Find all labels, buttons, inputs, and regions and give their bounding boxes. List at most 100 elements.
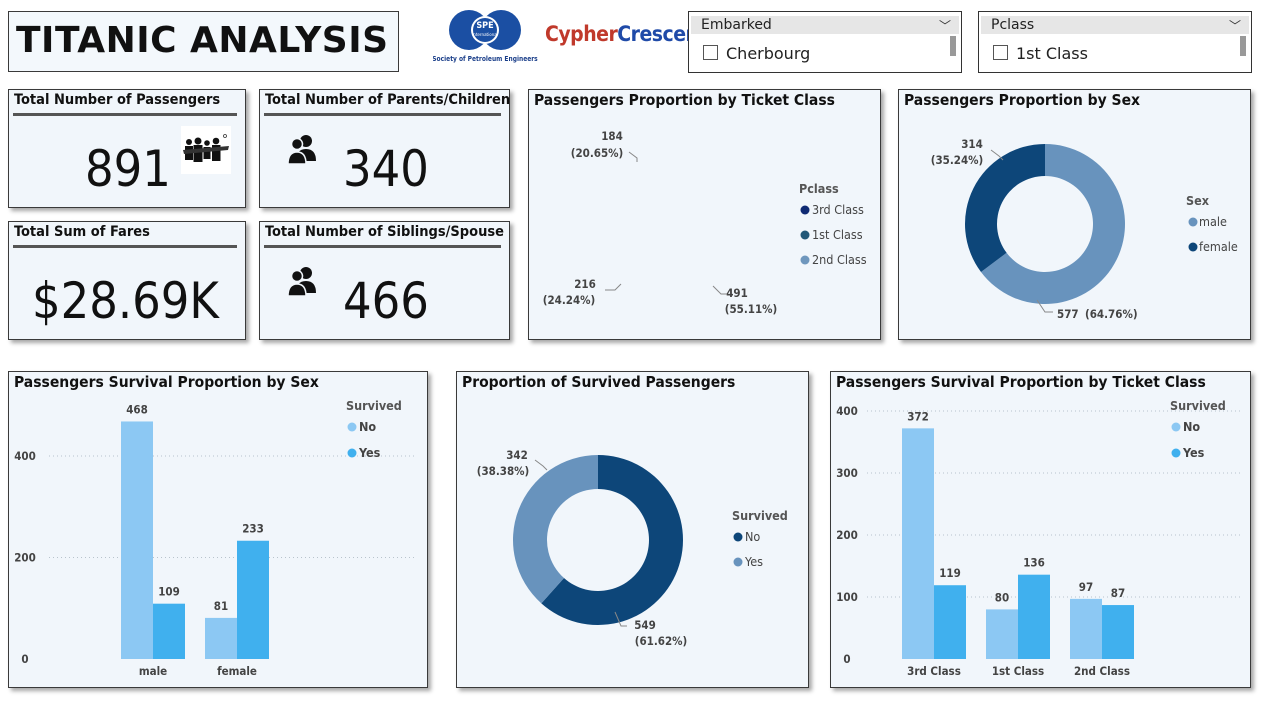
legend-item-no[interactable]: No	[733, 529, 761, 544]
legend-label: No	[359, 419, 376, 434]
data-label-3rd-class: 491 (55.11%)	[712, 285, 778, 316]
legend-item-yes[interactable]: Yes	[1171, 445, 1205, 460]
y-tick-label: 100	[836, 590, 858, 604]
bar-value-label: 80	[995, 590, 1009, 604]
spe-logo-text: SPE	[476, 21, 493, 31]
divider	[13, 245, 237, 248]
embarked-option-label: Cherbourg	[726, 44, 811, 63]
bar-value-label: 136	[1023, 556, 1045, 570]
embarked-slicer-label: Embarked	[701, 17, 772, 33]
data-label-pct: (24.24%)	[543, 293, 596, 307]
legend-label: male	[1199, 214, 1227, 229]
pclass-slicer-header[interactable]: Pclass ﹀	[981, 16, 1249, 34]
data-label-pct: (64.76%)	[1085, 307, 1138, 321]
card-title: Total Number of Parents/Children	[265, 92, 511, 108]
y-tick-label: 0	[843, 652, 850, 666]
people-group-icon	[181, 126, 231, 174]
pclass-option[interactable]: 1st Class	[993, 44, 1088, 63]
card-siblings-spouse: Total Number of Siblings/Spouse 466	[259, 221, 510, 340]
data-label-female: 314 (35.24%)	[931, 137, 1004, 167]
legend-item-yes[interactable]: Yes	[733, 554, 764, 569]
scrollbar[interactable]	[1240, 36, 1246, 56]
legend: Sex male female	[1186, 193, 1238, 254]
checkbox[interactable]	[993, 45, 1008, 60]
x-category-label: female	[217, 664, 257, 678]
cc-logo-part1: Cypher	[545, 22, 618, 46]
kpi-value: 891	[85, 140, 171, 198]
data-label-value: 549	[634, 618, 656, 632]
legend-item-3rd-class[interactable]: 3rd Class	[800, 202, 864, 217]
cyphercrescent-logo: CypherCrescent	[545, 22, 708, 46]
scrollbar[interactable]	[950, 36, 956, 56]
data-label-value: 342	[506, 448, 528, 462]
bar-1st-class-no[interactable]	[986, 609, 1018, 659]
legend-title: Survived	[346, 398, 402, 413]
card-title: Total Number of Siblings/Spouse	[265, 224, 505, 240]
legend-label: Yes	[358, 445, 381, 460]
legend-label: 3rd Class	[812, 202, 864, 217]
bar-female-yes[interactable]	[237, 540, 269, 659]
data-label-2nd-class: 184 (20.65%)	[571, 129, 638, 162]
embarked-slicer[interactable]: Embarked ﹀ Cherbourg	[688, 11, 962, 73]
bar-value-label: 119	[939, 566, 961, 580]
chart-survival-by-class: Passengers Survival Proportion by Ticket…	[830, 371, 1251, 688]
legend-item-no[interactable]: No	[347, 419, 377, 434]
survival-sex-bars: 0 200 400 468 109 male 81 233 female Survived N…	[14, 398, 414, 678]
legend-item-yes[interactable]: Yes	[347, 445, 381, 460]
bar-2nd-class-no[interactable]	[1070, 598, 1102, 659]
embarked-option[interactable]: Cherbourg	[703, 44, 810, 63]
legend: Pclass 3rd Class 1st Class 2nd Class	[799, 181, 867, 267]
bar-male-no[interactable]	[121, 421, 153, 659]
spe-logo: SPE International Society of Petroleum E…	[433, 10, 538, 63]
legend-label: Yes	[744, 554, 763, 569]
legend-title: Pclass	[799, 181, 839, 196]
data-label-value: 184	[601, 129, 623, 143]
embarked-slicer-header[interactable]: Embarked ﹀	[691, 16, 959, 34]
survived-donut: 342 (38.38%) 549 (61.62%) Survived No Ye…	[477, 448, 788, 648]
divider	[264, 113, 501, 116]
legend-item-1st-class[interactable]: 1st Class	[800, 227, 863, 242]
legend-item-male[interactable]: male	[1188, 214, 1227, 229]
legend-label: No	[745, 529, 760, 544]
users-icon	[287, 135, 316, 165]
chevron-down-icon[interactable]: ﹀	[1229, 17, 1241, 35]
legend-label: female	[1199, 239, 1238, 254]
bar-value-label: 468	[126, 402, 148, 416]
divider	[264, 245, 501, 248]
data-label-value: 491	[726, 286, 748, 300]
pclass-slicer[interactable]: Pclass ﹀ 1st Class	[978, 11, 1252, 73]
checkbox[interactable]	[703, 45, 718, 60]
y-tick-label: 300	[836, 466, 858, 480]
bar-1st-class-yes[interactable]	[1018, 574, 1050, 659]
bar-male-yes[interactable]	[153, 603, 185, 659]
bar-value-label: 87	[1111, 586, 1125, 600]
bar-3rd-class-no[interactable]	[902, 428, 934, 659]
y-tick-label: 200	[14, 550, 36, 564]
data-label-1st-class: 216 (24.24%)	[543, 277, 622, 307]
data-label-pct: (55.11%)	[725, 302, 778, 316]
spe-caption: Society of Petroleum Engineers	[433, 55, 538, 63]
legend-label: Yes	[1182, 445, 1205, 460]
data-label-value: 577	[1057, 307, 1079, 321]
data-label-pct: (61.62%)	[635, 634, 688, 648]
bar-value-label: 81	[214, 599, 228, 613]
legend-item-female[interactable]: female	[1188, 239, 1238, 254]
chart-survival-by-sex: Passengers Survival Proportion by Sex 02…	[8, 371, 428, 688]
chevron-down-icon[interactable]: ﹀	[939, 17, 951, 35]
y-tick-label: 400	[836, 404, 858, 418]
legend-title: Survived	[1170, 398, 1226, 413]
legend-label: 1st Class	[812, 227, 863, 242]
legend-item-2nd-class[interactable]: 2nd Class	[800, 252, 867, 267]
bar-3rd-class-yes[interactable]	[934, 585, 966, 659]
bar-2nd-class-yes[interactable]	[1102, 605, 1134, 659]
users-icon	[287, 267, 316, 297]
pclass-slicer-label: Pclass	[991, 17, 1035, 33]
legend: Survived No Yes	[1170, 398, 1226, 460]
y-tick-label: 0	[21, 652, 28, 666]
legend-label: No	[1183, 419, 1200, 434]
legend-item-no[interactable]: No	[1171, 419, 1201, 434]
bar-value-label: 372	[907, 409, 929, 423]
legend: Survived No Yes	[732, 508, 788, 569]
x-category-label: 3rd Class	[907, 664, 961, 678]
bar-female-no[interactable]	[205, 617, 237, 659]
